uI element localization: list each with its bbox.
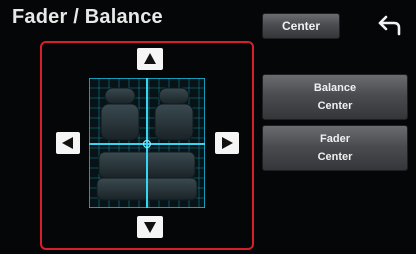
triangle-up-icon <box>144 53 156 64</box>
triangle-down-icon <box>144 222 156 233</box>
center-button[interactable]: Center <box>262 13 340 39</box>
page-title: Fader / Balance <box>12 6 163 28</box>
fader-button[interactable]: Fader Center <box>262 125 408 171</box>
fader-value: Center <box>317 151 353 163</box>
triangle-right-icon <box>222 137 233 149</box>
balance-label: Balance <box>313 82 357 94</box>
header-bar: Fader / Balance Center <box>0 0 416 40</box>
balance-left-button[interactable] <box>56 132 80 154</box>
seat-position-area[interactable] <box>88 77 206 209</box>
balance-right-button[interactable] <box>215 132 239 154</box>
balance-value: Center <box>317 100 353 112</box>
back-arrow-icon <box>378 15 401 36</box>
fader-down-button[interactable] <box>137 216 163 238</box>
fader-up-button[interactable] <box>137 48 163 70</box>
triangle-left-icon <box>62 137 73 149</box>
car-seats-icon <box>88 77 206 209</box>
fader-label: Fader <box>320 133 350 145</box>
back-button[interactable] <box>376 12 408 38</box>
balance-button[interactable]: Balance Center <box>262 74 408 120</box>
